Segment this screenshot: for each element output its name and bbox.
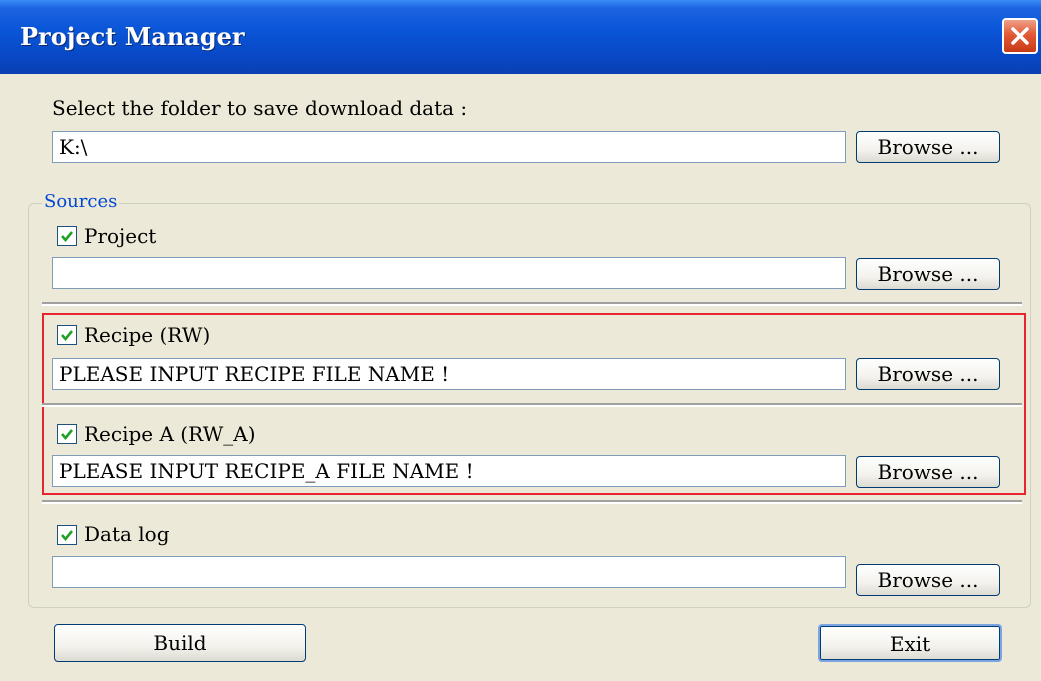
check-icon [61, 231, 74, 243]
folder-browse-button[interactable]: Browse ... [856, 131, 1000, 163]
check-icon [61, 330, 74, 342]
folder-path-input[interactable]: K:\ [52, 131, 846, 163]
datalog-path-input[interactable] [52, 556, 846, 588]
exit-button[interactable]: Exit [818, 624, 1002, 662]
folder-prompt-label: Select the folder to save download data … [52, 96, 468, 120]
separator [42, 403, 1022, 407]
sources-legend: Sources [42, 191, 120, 212]
recipe-a-browse-button[interactable]: Browse ... [856, 456, 1000, 488]
close-icon [1011, 27, 1029, 45]
close-button[interactable] [1002, 18, 1038, 54]
recipe-checkbox[interactable] [57, 325, 77, 345]
project-path-input[interactable] [52, 257, 846, 289]
recipe-browse-button[interactable]: Browse ... [856, 358, 1000, 390]
recipe-a-path-input[interactable]: PLEASE INPUT RECIPE_A FILE NAME ! [52, 455, 846, 487]
recipe-label: Recipe (RW) [84, 323, 211, 347]
title-bar[interactable]: Project Manager [0, 0, 1041, 74]
recipe-a-label: Recipe A (RW_A) [84, 422, 256, 446]
project-label: Project [84, 224, 157, 248]
recipe-a-checkbox[interactable] [57, 424, 77, 444]
check-icon [61, 530, 74, 542]
datalog-browse-button[interactable]: Browse ... [856, 564, 1000, 596]
build-button[interactable]: Build [54, 624, 306, 662]
recipe-path-input[interactable]: PLEASE INPUT RECIPE FILE NAME ! [52, 358, 846, 390]
project-checkbox[interactable] [57, 226, 77, 246]
datalog-checkbox[interactable] [57, 525, 77, 545]
project-manager-window: Project Manager Select the folder to sav… [0, 0, 1041, 681]
check-icon [61, 429, 74, 441]
datalog-label: Data log [84, 522, 170, 546]
separator [42, 302, 1022, 306]
window-title: Project Manager [20, 22, 245, 51]
separator [42, 500, 1022, 504]
project-browse-button[interactable]: Browse ... [856, 258, 1000, 290]
